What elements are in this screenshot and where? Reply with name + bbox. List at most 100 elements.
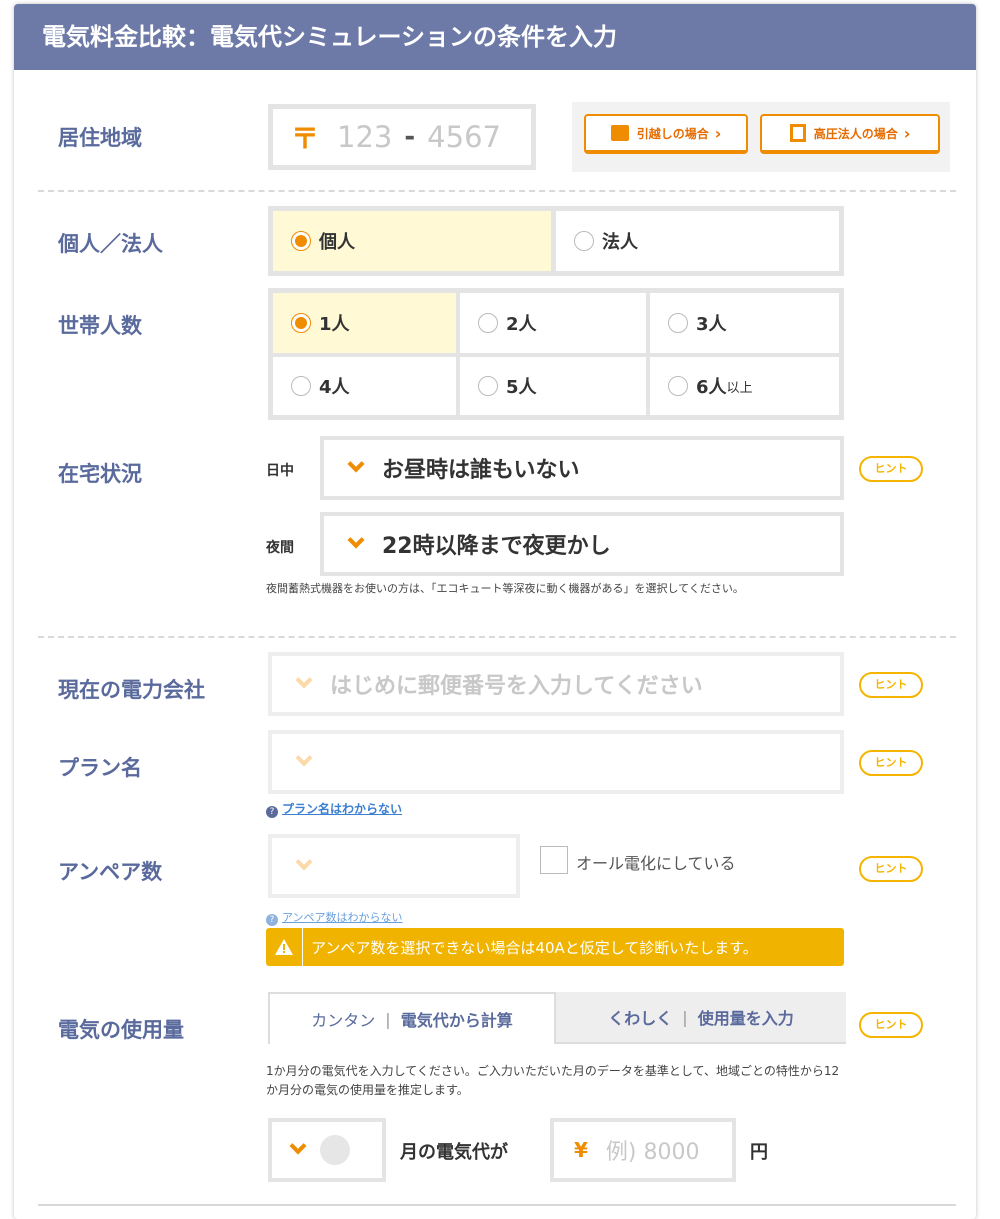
household-option-label: 5人 [506,377,537,398]
ampere-unknown-link[interactable]: ? アンペア数はわからない [266,906,403,926]
entity-option-corporate[interactable]: 法人 [556,211,839,271]
hint-button-presence[interactable]: ヒント [859,456,923,482]
household-option-5[interactable]: 5人 [460,357,646,415]
provider-select[interactable]: はじめに郵便番号を入力してください [268,652,844,716]
household-radio-group: 1人 2人 3人 4人 5人 6人 以上 [268,288,844,420]
radio-unselected-icon [574,231,594,251]
household-option-label: 3人 [696,314,727,335]
household-option-1[interactable]: 1人 [273,293,456,353]
tab-detail-input[interactable]: くわしく | 使用量を入力 [556,992,846,1042]
daytime-select-value: お昼時は誰もいない [382,458,580,483]
ampere-label: アンペア数 [58,860,163,884]
all-electric-checkbox[interactable] [540,846,568,874]
divider [38,190,956,192]
radio-unselected-icon [291,376,311,396]
warning-icon [266,928,303,966]
ampere-warning-text: アンペア数を選択できない場合は40Aと仮定して診断いたします。 [311,938,758,957]
household-option-label: 4人 [319,377,350,398]
question-icon: ? [266,914,278,926]
tab-detail-prefix: くわしく [608,1009,673,1028]
building-icon [789,124,806,142]
divider [38,636,956,638]
entity-option-label: 法人 [602,232,638,253]
hint-button-ampere[interactable]: ヒント [859,856,923,882]
household-option-label: 1人 [319,314,350,335]
nighttime-select[interactable]: 22時以降まで夜更かし [320,512,844,576]
monthly-bill-input[interactable]: ¥ 例) 8000 [550,1118,736,1182]
tab-easy-calc[interactable]: カンタン | 電気代から計算 [268,992,556,1044]
daytime-select[interactable]: お昼時は誰もいない [320,436,844,500]
household-label: 世帯人数 [58,314,142,338]
ampere-unknown-link-text[interactable]: アンペア数はわからない [282,911,403,924]
tab-detail-main: 使用量を入力 [697,1009,794,1028]
bottom-divider [38,1204,956,1206]
chevron-down-icon [295,853,313,871]
usage-description: 1か月分の電気代を入力してください。ご入力いただいた月のデータを基準として、地域… [266,1064,840,1097]
radio-unselected-icon [478,313,498,333]
postal-first-input[interactable]: 123 [337,120,392,154]
moving-button-label: 引越しの場合 [636,126,709,141]
presence-note: 夜間蓄熱式機器をお使いの方は、「エコキュート等深夜に動く機器がある」を選択してく… [266,582,744,595]
postal-code-field[interactable]: 〒 123 - 4567 [268,104,536,170]
household-option-4[interactable]: 4人 [273,357,456,415]
highvoltage-corporate-button[interactable]: 高圧法人の場合 › [760,114,940,154]
plan-select[interactable] [268,730,844,794]
question-icon: ? [266,806,278,818]
month-suffix-label: 月の電気代が [400,1142,508,1163]
household-option-label: 6人 [696,377,727,398]
household-option-suffix: 以上 [726,380,753,396]
hint-button-provider[interactable]: ヒント [859,672,923,698]
presence-label: 在宅状況 [58,462,142,486]
household-option-6[interactable]: 6人 以上 [650,357,839,415]
month-select[interactable] [268,1118,386,1182]
hint-button-plan[interactable]: ヒント [859,750,923,776]
entity-option-label: 個人 [319,232,355,253]
yen-unit-label: 円 [750,1142,768,1163]
chevron-down-icon [347,455,365,473]
plan-unknown-link-text[interactable]: プラン名はわからない [282,802,402,816]
daytime-label: 日中 [266,463,294,479]
household-option-2[interactable]: 2人 [460,293,646,353]
plan-label: プラン名 [58,756,142,780]
nighttime-select-value: 22時以降まで夜更かし [382,534,611,559]
plan-unknown-link[interactable]: ? プラン名はわからない [266,798,402,818]
nighttime-label: 夜間 [266,540,294,556]
radio-selected-icon [291,231,311,251]
chevron-right-icon: › [714,123,722,143]
tab-easy-main: 電気代から計算 [400,1011,513,1030]
household-option-3[interactable]: 3人 [650,293,839,353]
tab-divider: | [682,1007,688,1027]
radio-unselected-icon [668,376,688,396]
form-title: 電気料金比較：電気代シミュレーションの条件を入力 [14,4,976,70]
hint-button-usage[interactable]: ヒント [859,1012,923,1038]
radio-unselected-icon [478,376,498,396]
tab-easy-prefix: カンタン [311,1011,376,1030]
usage-label: 電気の使用量 [58,1018,184,1042]
monthly-bill-placeholder: 例) 8000 [605,1140,700,1165]
all-electric-label: オール電化にしている [576,854,736,873]
postal-second-input[interactable]: 4567 [427,120,501,154]
ampere-select[interactable] [268,834,520,898]
chevron-down-icon [295,749,313,767]
moving-button[interactable]: 引越しの場合 › [584,114,748,154]
chevron-down-icon [347,531,365,549]
simulation-form-card: 電気料金比較：電気代シミュレーションの条件を入力 居住地域 〒 123 - 45… [14,4,976,1219]
entity-radio-group: 個人 法人 [268,206,844,276]
yen-icon: ¥ [574,1138,588,1162]
chevron-down-icon [289,1137,307,1155]
highvoltage-button-label: 高圧法人の場合 [813,126,898,141]
entity-option-individual[interactable]: 個人 [273,211,551,271]
entity-label: 個人／法人 [58,232,163,256]
ampere-warning-banner: アンペア数を選択できない場合は40Aと仮定して診断いたします。 [266,928,844,966]
radio-selected-icon [291,313,311,333]
postal-mark-icon: 〒 [291,122,320,155]
chevron-right-icon: › [903,123,911,143]
box-icon [610,125,629,141]
provider-select-placeholder: はじめに郵便番号を入力してください [330,674,703,699]
tab-divider: | [385,1009,391,1029]
postal-separator: - [404,122,416,152]
household-option-label: 2人 [506,314,537,335]
provider-label: 現在の電力会社 [58,678,205,702]
radio-unselected-icon [668,313,688,333]
region-label: 居住地域 [58,126,142,150]
